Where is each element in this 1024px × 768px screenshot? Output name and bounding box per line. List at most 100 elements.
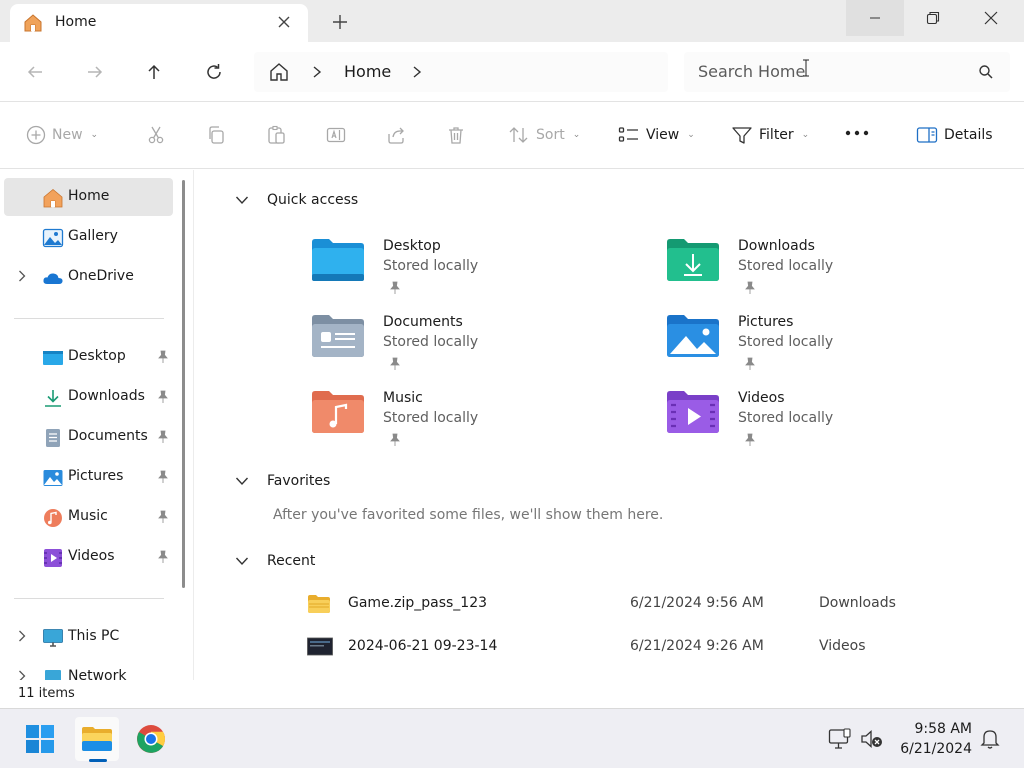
chrome-taskbar-button[interactable]	[129, 717, 173, 761]
forward-button[interactable]	[82, 60, 108, 84]
pin-icon[interactable]	[744, 281, 756, 295]
zip-folder-icon	[307, 594, 331, 614]
section-title: Recent	[267, 553, 316, 569]
quick-access-item[interactable]: Desktop Stored locally	[311, 238, 641, 308]
sidebar-item-videos[interactable]: Videos	[4, 538, 173, 576]
quick-access-item[interactable]: Downloads Stored locally	[666, 238, 996, 308]
volume-muted-icon[interactable]	[860, 729, 884, 749]
sidebar-item-onedrive[interactable]: OneDrive	[4, 258, 173, 296]
sidebar-item-home[interactable]: Home	[4, 178, 173, 216]
delete-button[interactable]	[446, 125, 466, 145]
chevron-right-icon[interactable]	[412, 66, 422, 78]
chevron-right-icon[interactable]	[312, 66, 322, 78]
item-name: Documents	[383, 314, 463, 330]
restore-button[interactable]	[904, 0, 962, 36]
rename-button[interactable]	[326, 125, 346, 145]
pin-icon[interactable]	[157, 350, 169, 364]
screen-monitor-icon[interactable]	[828, 728, 852, 750]
home-icon[interactable]	[268, 62, 290, 82]
pin-icon[interactable]	[157, 390, 169, 404]
address-box[interactable]: Home	[254, 52, 668, 92]
item-name: Pictures	[738, 314, 794, 330]
home-icon	[22, 12, 44, 34]
pin-icon[interactable]	[389, 357, 401, 371]
recent-row[interactable]: Game.zip_pass_123 6/21/2024 9:56 AM Down…	[307, 592, 1007, 616]
sidebar-item-desktop[interactable]: Desktop	[4, 338, 173, 376]
item-count: 11 items	[18, 686, 75, 701]
chevron-right-icon[interactable]	[18, 270, 26, 282]
details-button[interactable]: Details	[916, 125, 993, 145]
minimize-button[interactable]	[846, 0, 904, 36]
more-options-button[interactable]	[845, 129, 869, 137]
close-button[interactable]	[962, 0, 1020, 36]
sidebar-item-label: This PC	[68, 628, 120, 644]
view-button[interactable]: View ⌄	[618, 125, 695, 145]
chevron-down-icon[interactable]	[235, 556, 249, 566]
sidebar-item-network[interactable]: Network	[4, 658, 173, 680]
home-icon	[42, 188, 64, 208]
filter-button[interactable]: Filter ⌄	[731, 125, 809, 145]
quick-access-item[interactable]: Pictures Stored locally	[666, 314, 996, 384]
close-tab-icon[interactable]	[276, 14, 292, 30]
sort-button[interactable]: Sort ⌄	[508, 125, 580, 145]
pin-icon[interactable]	[744, 357, 756, 371]
network-icon	[42, 668, 64, 680]
tab-home[interactable]: Home	[10, 4, 308, 42]
pin-icon[interactable]	[157, 430, 169, 444]
pin-icon[interactable]	[157, 470, 169, 484]
chevron-down-icon: ⌄	[687, 130, 695, 140]
back-button[interactable]	[22, 60, 48, 84]
sidebar-item-downloads[interactable]: Downloads	[4, 378, 173, 416]
pin-icon[interactable]	[389, 281, 401, 295]
recent-location: Videos	[819, 638, 866, 654]
more-icon	[845, 129, 869, 137]
sort-icon	[508, 125, 530, 145]
scissors-icon	[146, 125, 166, 145]
copy-button[interactable]	[206, 125, 226, 145]
new-tab-button[interactable]	[330, 12, 350, 32]
cut-button[interactable]	[146, 125, 166, 145]
recent-header[interactable]: Recent	[235, 553, 315, 569]
share-button[interactable]	[386, 125, 406, 145]
details-label: Details	[944, 127, 993, 143]
desktop-folder-icon	[311, 238, 365, 282]
chevron-down-icon[interactable]	[235, 476, 249, 486]
new-button[interactable]: New ⌄	[26, 125, 98, 145]
chevron-right-icon[interactable]	[18, 630, 26, 642]
up-button[interactable]	[141, 60, 167, 84]
sidebar-item-gallery[interactable]: Gallery	[4, 218, 173, 256]
item-subtitle: Stored locally	[383, 258, 479, 274]
pin-icon[interactable]	[157, 550, 169, 564]
recent-row[interactable]: 2024-06-21 09-23-14 6/21/2024 9:26 AM Vi…	[307, 635, 1007, 659]
start-button[interactable]	[18, 717, 62, 761]
pin-icon[interactable]	[744, 433, 756, 447]
sidebar-item-documents[interactable]: Documents	[4, 418, 173, 456]
sidebar-scrollbar[interactable]	[182, 180, 185, 588]
filter-icon	[731, 125, 753, 145]
system-clock[interactable]: 9:58 AM 6/21/2024	[888, 719, 972, 759]
refresh-button[interactable]	[201, 60, 227, 84]
favorites-header[interactable]: Favorites	[235, 473, 330, 489]
quick-access-item[interactable]: Music Stored locally	[311, 390, 641, 460]
quick-access-item[interactable]: Videos Stored locally	[666, 390, 996, 460]
item-subtitle: Stored locally	[738, 258, 834, 274]
chevron-down-icon[interactable]	[235, 195, 249, 205]
sort-label: Sort	[536, 127, 565, 143]
sidebar-item-pictures[interactable]: Pictures	[4, 458, 173, 496]
chevron-right-icon[interactable]	[18, 670, 26, 680]
sidebar-item-music[interactable]: Music	[4, 498, 173, 536]
music-folder-icon	[311, 390, 365, 434]
sidebar-item-label: Network	[68, 668, 127, 680]
notification-bell-icon[interactable]	[980, 728, 1000, 750]
paste-button[interactable]	[266, 125, 286, 145]
sidebar-item-label: Videos	[68, 548, 115, 564]
pin-icon[interactable]	[157, 510, 169, 524]
quick-access-item[interactable]: Documents Stored locally	[311, 314, 641, 384]
pin-icon[interactable]	[389, 433, 401, 447]
search-input[interactable]: Search Home	[684, 52, 1010, 92]
quick-access-header[interactable]: Quick access	[235, 192, 358, 208]
breadcrumb-home[interactable]: Home	[344, 62, 391, 81]
sidebar-item-this-pc[interactable]: This PC	[4, 618, 173, 656]
search-icon[interactable]	[978, 64, 994, 80]
file-explorer-taskbar-button[interactable]	[75, 717, 119, 762]
